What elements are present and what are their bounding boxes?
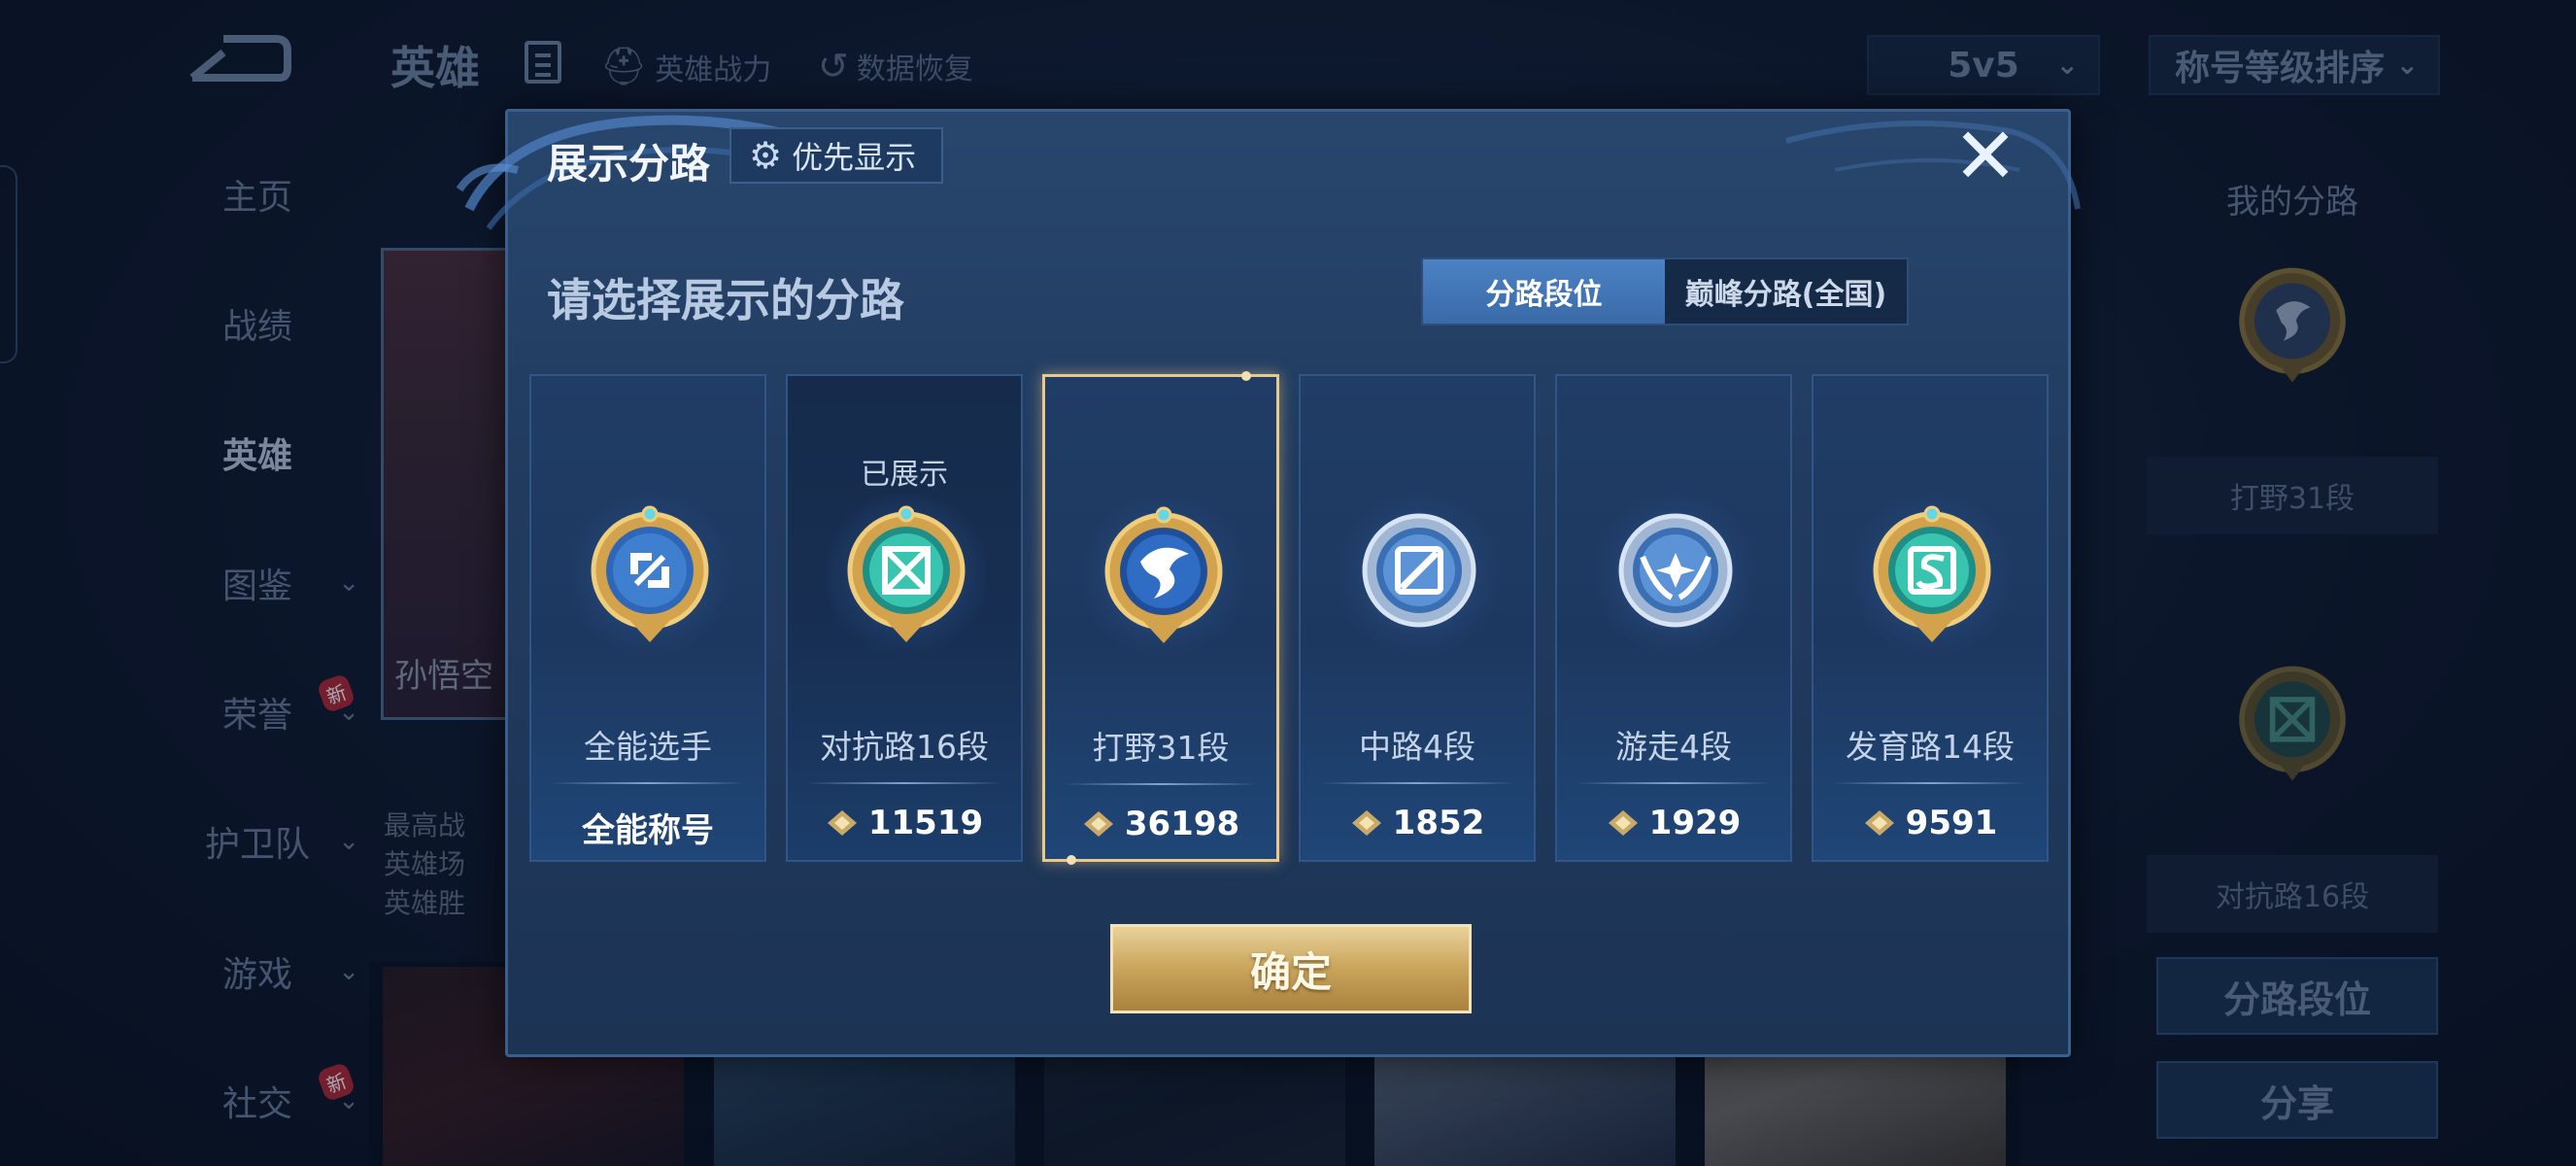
dialog-title: 展示分路 [547, 140, 711, 188]
gear-icon: ⚙ [749, 134, 783, 177]
dialog-subtitle: 请选择展示的分路 [547, 274, 904, 326]
divider [1065, 783, 1257, 785]
lane-card-value-text: 1852 [1392, 804, 1485, 842]
lane-card-clash[interactable]: 已展示 对抗路16段 11519 [786, 374, 1023, 862]
tab-peak-lane-national[interactable]: 巅峰分路(全国) [1665, 259, 1907, 324]
lane-card-name: 对抗路16段 [820, 728, 989, 766]
selection-dot [1241, 371, 1251, 381]
lane-card-name: 打野31段 [1092, 729, 1230, 767]
lane-card-farm[interactable]: 发育路14段 9591 [1812, 374, 2049, 862]
divider [1833, 782, 2027, 784]
rank-gem-icon [1608, 810, 1638, 836]
already-shown-label: 已展示 [861, 458, 948, 492]
lane-card-value-text: 9591 [1905, 804, 1998, 842]
lane-card-value-text: 1929 [1648, 804, 1742, 842]
clash-lane-emblem-icon [847, 505, 966, 642]
lane-card-value-text: 全能称号 [582, 811, 714, 850]
lane-card-value-text: 36198 [1124, 805, 1240, 843]
lane-card-value-text: 11519 [867, 804, 984, 842]
lane-tabs: 分路段位 巅峰分路(全国) [1421, 257, 1909, 326]
close-icon[interactable]: ✕ [1951, 118, 2019, 195]
lane-card-value: 9591 [1813, 804, 2047, 842]
lane-card-all-round[interactable]: 全能选手 全能称号 [529, 374, 766, 862]
tab-lane-rank[interactable]: 分路段位 [1423, 259, 1665, 324]
lane-card-value: 1852 [1301, 804, 1534, 842]
roam-emblem-icon [1618, 513, 1733, 628]
divider [551, 782, 745, 784]
selection-dot [1067, 855, 1076, 865]
priority-display-label: 优先显示 [792, 139, 917, 176]
lane-card-name: 全能选手 [584, 728, 712, 766]
confirm-button[interactable]: 确定 [1110, 924, 1472, 1013]
divider [1576, 782, 1771, 784]
mid-lane-emblem-icon [1362, 513, 1476, 628]
lane-card-value: 36198 [1045, 805, 1276, 843]
lane-card-value: 1929 [1557, 804, 1790, 842]
priority-display-button[interactable]: ⚙ 优先显示 [729, 127, 944, 184]
rank-gem-icon [1351, 810, 1381, 836]
rank-gem-icon [1083, 811, 1113, 837]
lane-card-value: 11519 [788, 804, 1021, 842]
lane-card-jungle[interactable]: 打野31段 36198 [1042, 371, 1279, 865]
divider [1320, 782, 1514, 784]
divider [807, 782, 1001, 784]
lane-card-name: 中路4段 [1359, 728, 1475, 766]
lane-card-mid[interactable]: 中路4段 1852 [1299, 374, 1536, 862]
jungle-emblem-icon [1104, 506, 1223, 643]
lane-card-list: 全能选手 全能称号 已展示 对抗路16段 11519 打野31段 36198 中… [529, 371, 2054, 865]
all-round-emblem-icon [591, 505, 709, 642]
farm-lane-emblem-icon [1873, 505, 1991, 642]
rank-gem-icon [1864, 810, 1894, 836]
lane-card-name: 发育路14段 [1846, 728, 2015, 766]
lane-card-value: 全能称号 [531, 804, 764, 851]
lane-card-roam[interactable]: 游走4段 1929 [1555, 374, 1792, 862]
rank-gem-icon [827, 810, 857, 836]
decorative-swirl [1785, 120, 2081, 210]
display-lane-dialog: 展示分路 ⚙ 优先显示 ✕ 请选择展示的分路 分路段位 巅峰分路(全国) 全能选… [456, 109, 2081, 1057]
lane-card-name: 游走4段 [1615, 728, 1732, 766]
